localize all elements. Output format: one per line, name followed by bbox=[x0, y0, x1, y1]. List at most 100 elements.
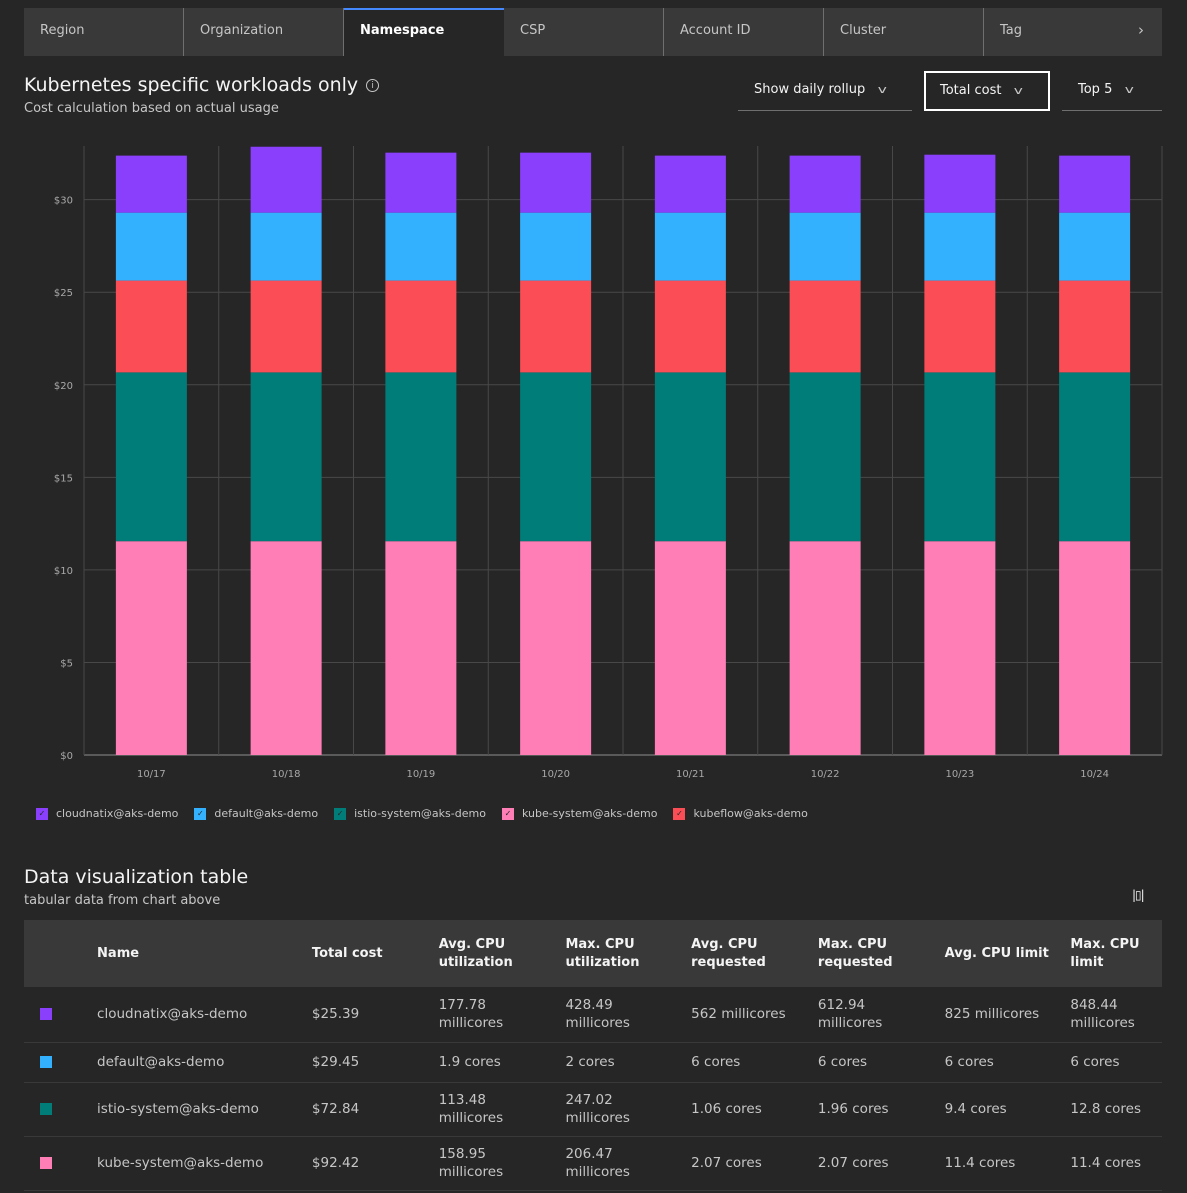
bar-segment-istio-system bbox=[1059, 372, 1131, 542]
column-settings-icon[interactable]: |▯| bbox=[1132, 888, 1145, 902]
column-header[interactable]: Avg. CPU utilization bbox=[438, 920, 566, 987]
table-cell: 1.06 cores bbox=[691, 1082, 818, 1137]
rollup-dropdown[interactable]: Show daily rollup v bbox=[738, 71, 912, 111]
legend-item[interactable]: ✓ cloudnatix@aks-demo bbox=[36, 807, 178, 820]
y-tick-label: $20 bbox=[54, 381, 73, 392]
bar-segment-cloudnatix bbox=[250, 146, 322, 213]
bar-segment-default bbox=[115, 212, 187, 281]
page-subtitle: Cost calculation based on actual usage bbox=[24, 101, 279, 116]
tab-organization[interactable]: Organization bbox=[184, 8, 344, 56]
column-header[interactable]: Avg. CPU requested bbox=[691, 920, 818, 987]
series-swatch bbox=[40, 1056, 52, 1068]
bar-segment-kubeflow bbox=[250, 280, 322, 373]
bar-segment-kubeflow bbox=[520, 280, 592, 373]
table-cell: $92.42 bbox=[311, 1136, 439, 1191]
bar-segment-default bbox=[385, 212, 457, 281]
chevron-down-icon: v bbox=[1014, 84, 1024, 97]
bar-segment-istio-system bbox=[115, 372, 187, 542]
tab-tag[interactable]: Tag › bbox=[984, 8, 1162, 56]
table-cell: cloudnatix@aks-demo bbox=[97, 987, 312, 1043]
tab-cluster[interactable]: Cluster bbox=[824, 8, 984, 56]
table-cell: default@aks-demo bbox=[97, 1042, 312, 1083]
table-cell: 6 cores bbox=[1070, 1042, 1162, 1083]
table-cell: 1.96 cores bbox=[817, 1082, 945, 1137]
table-cell: 2 cores bbox=[565, 1042, 692, 1083]
info-icon[interactable]: i bbox=[366, 79, 380, 92]
tab-account-id[interactable]: Account ID bbox=[664, 8, 824, 56]
bar-segment-default bbox=[789, 212, 861, 281]
legend-item[interactable]: ✓ default@aks-demo bbox=[194, 807, 318, 820]
legend-item[interactable]: ✓ kube-system@aks-demo bbox=[501, 807, 657, 820]
table-cell: 113.48 millicores bbox=[438, 1082, 566, 1137]
y-tick-label: $5 bbox=[60, 658, 73, 669]
bar-segment-istio-system bbox=[924, 372, 996, 542]
x-tick-label: 10/18 bbox=[272, 769, 301, 780]
legend-item[interactable]: ✓ istio-system@aks-demo bbox=[334, 807, 486, 820]
y-tick-label: $25 bbox=[54, 288, 73, 299]
bar-segment-cloudnatix bbox=[789, 155, 861, 213]
checkbox-icon[interactable]: ✓ bbox=[501, 807, 514, 820]
table-cell: 6 cores bbox=[691, 1042, 818, 1083]
tab-region[interactable]: Region bbox=[24, 8, 184, 56]
metric-dropdown[interactable]: Total cost v bbox=[924, 71, 1050, 111]
bar-segment-istio-system bbox=[250, 372, 322, 542]
table-subtitle: tabular data from chart above bbox=[24, 893, 221, 908]
table-cell: 428.49 millicores bbox=[565, 987, 692, 1043]
series-swatch bbox=[40, 1157, 52, 1169]
y-tick-label: $30 bbox=[54, 196, 73, 207]
bar-segment-kubeflow bbox=[385, 280, 457, 373]
bar-segment-default bbox=[654, 212, 726, 281]
column-header[interactable]: Max. CPU utilization bbox=[565, 920, 692, 987]
table-cell: 825 millicores bbox=[944, 987, 1071, 1043]
bar-segment-kube-system bbox=[115, 541, 187, 755]
chevron-down-icon: v bbox=[1125, 83, 1135, 96]
table-cell: 1.9 cores bbox=[438, 1042, 566, 1083]
bar-segment-kubeflow bbox=[789, 280, 861, 373]
stacked-bar-chart: $0 $5 $10 $15 $20 $25 $30 10/17 10/18 10/19 10/20 1… bbox=[54, 146, 1163, 780]
bar-segment-kube-system bbox=[789, 541, 861, 755]
tab-csp[interactable]: CSP bbox=[504, 8, 664, 56]
x-tick-label: 10/22 bbox=[811, 769, 840, 780]
checkbox-icon[interactable]: ✓ bbox=[334, 807, 347, 820]
table-cell: 12.8 cores bbox=[1070, 1082, 1162, 1137]
table-title: Data visualization table bbox=[24, 866, 249, 888]
column-header[interactable]: Total cost bbox=[311, 920, 439, 987]
bar-segment-istio-system bbox=[385, 372, 457, 542]
chart-legend: ✓ cloudnatix@aks-demo ✓ default@aks-demo ✓ is… bbox=[36, 807, 824, 820]
top-n-dropdown[interactable]: Top 5v bbox=[1062, 71, 1162, 111]
checkbox-icon[interactable]: ✓ bbox=[673, 807, 686, 820]
bar-segment-istio-system bbox=[654, 372, 726, 542]
table-cell: 158.95 millicores bbox=[438, 1136, 566, 1191]
table-cell: 612.94 millicores bbox=[817, 987, 945, 1043]
tab-namespace[interactable]: Namespace bbox=[344, 8, 504, 56]
legend-item[interactable]: ✓ kubeflow@aks-demo bbox=[673, 807, 808, 820]
checkbox-icon[interactable]: ✓ bbox=[36, 807, 48, 820]
dimension-tabs: Region Organization Namespace CSP Account ID… bbox=[24, 8, 1162, 56]
bar-segment-istio-system bbox=[520, 372, 592, 542]
bar-segment-cloudnatix bbox=[520, 152, 592, 213]
series-swatch bbox=[40, 1008, 52, 1021]
table-cell: $72.84 bbox=[311, 1082, 439, 1137]
column-header[interactable]: Max. CPU limit bbox=[1070, 920, 1162, 987]
bar-segment-cloudnatix bbox=[385, 152, 457, 213]
table-cell: 206.47 millicores bbox=[565, 1136, 692, 1191]
column-header[interactable]: Name bbox=[97, 920, 312, 987]
table-row[interactable]: cloudnatix@aks-demo $25.39 177.78 millicor… bbox=[24, 987, 1162, 1043]
bar-segment-istio-system bbox=[789, 372, 861, 542]
bar-segment-cloudnatix bbox=[1059, 155, 1131, 213]
table-row[interactable]: kube-system@aks-demo $92.42 158.95 millico… bbox=[24, 1136, 1162, 1191]
table-cell: 247.02 millicores bbox=[565, 1082, 692, 1137]
chevron-right-icon[interactable]: › bbox=[1138, 21, 1144, 39]
column-header[interactable]: Max. CPU requested bbox=[817, 920, 945, 987]
table-cell: 11.4 cores bbox=[1070, 1136, 1162, 1191]
table-row[interactable]: default@aks-demo $29.45 1.9 cores 2 cores 6 … bbox=[24, 1042, 1162, 1083]
x-tick-label: 10/24 bbox=[1080, 769, 1109, 780]
bar-segment-default bbox=[520, 212, 592, 281]
color-cell bbox=[24, 1042, 98, 1083]
bar-segment-kube-system bbox=[924, 541, 996, 755]
table-row[interactable]: istio-system@aks-demo $72.84 113.48 millic… bbox=[24, 1082, 1162, 1137]
x-tick-label: 10/23 bbox=[945, 769, 974, 780]
checkbox-icon[interactable]: ✓ bbox=[194, 807, 207, 820]
table-cell: istio-system@aks-demo bbox=[97, 1082, 312, 1137]
column-header[interactable]: Avg. CPU limit bbox=[944, 920, 1071, 987]
